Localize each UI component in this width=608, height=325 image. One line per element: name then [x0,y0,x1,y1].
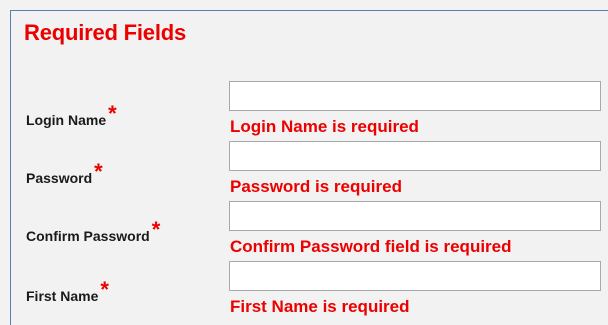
first-name-input[interactable] [229,261,601,291]
login-name-input[interactable] [229,81,601,111]
field-label-text: Confirm Password [26,228,150,244]
field-label-password: Password* [26,159,103,189]
password-error: Password is required [230,177,402,196]
field-label-text: Password [26,170,93,186]
form-row-confirm-password: Confirm Password* Confirm Password field… [11,201,608,261]
required-asterisk: * [100,277,109,302]
form-row-login-name: Login Name* Login Name is required [11,81,608,141]
form-row-password: Password* Password is required [11,141,608,201]
confirm-password-error: Confirm Password field is required [230,237,512,256]
required-asterisk: * [151,217,161,242]
field-label-text: First Name [26,288,99,304]
first-name-error: First Name is required [230,297,410,316]
field-label-login-name: Login Name* [26,101,117,131]
form-title: Required Fields [24,20,187,45]
required-asterisk: * [108,101,117,126]
field-label-first-name: First Name* [26,277,109,307]
field-label-confirm-password: Confirm Password* [26,217,160,247]
password-input[interactable] [229,141,601,171]
field-label-text: Login Name [26,112,107,128]
form-row-first-name: First Name* First Name is required [11,261,608,321]
required-asterisk: * [94,159,103,184]
confirm-password-input[interactable] [229,201,601,231]
login-name-error: Login Name is required [230,117,419,136]
required-fields-panel: Required Fields Login Name* Login Name i… [10,10,608,325]
